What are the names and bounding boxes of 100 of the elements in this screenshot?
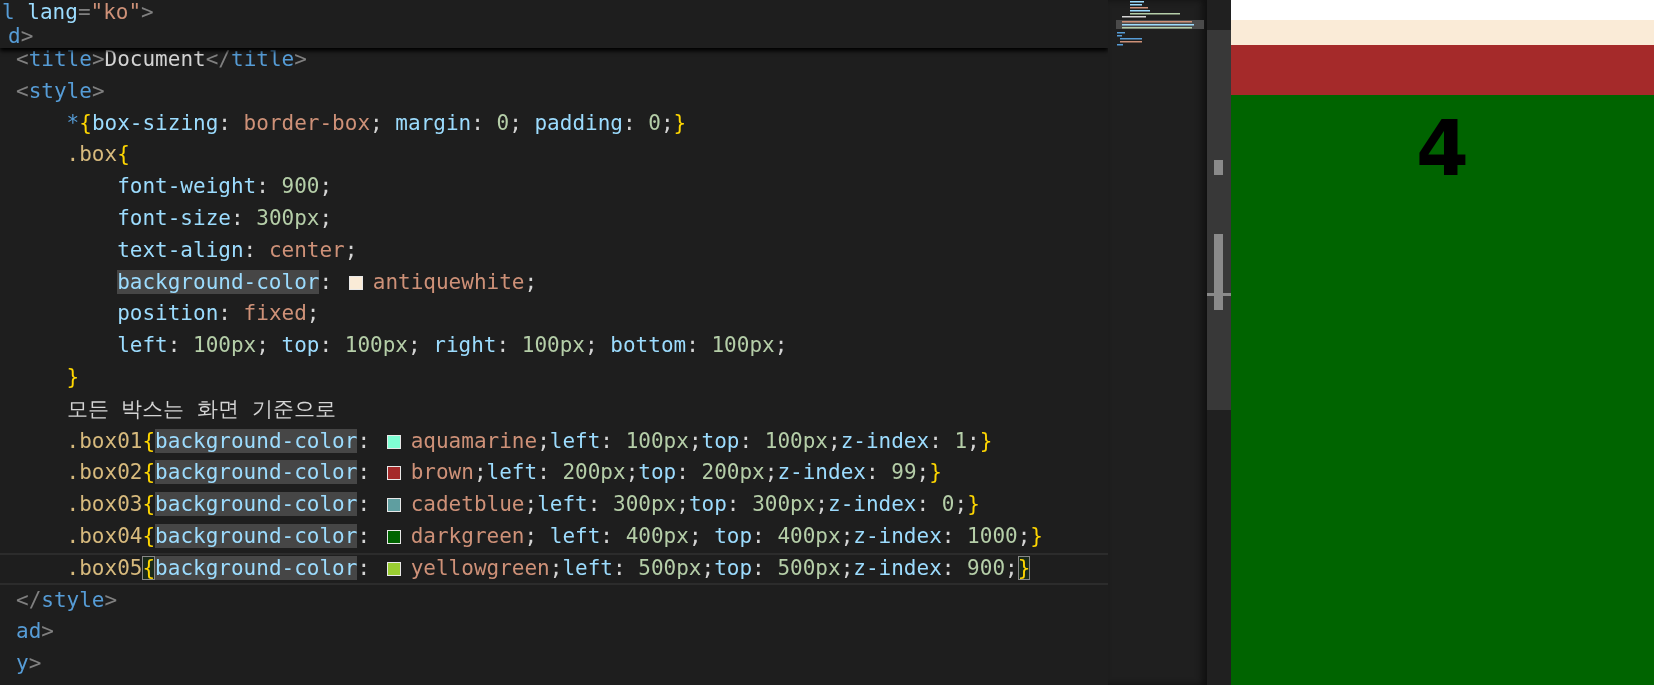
code-token: > bbox=[28, 651, 42, 676]
code-token: </ bbox=[16, 587, 42, 612]
code-token: : bbox=[622, 110, 637, 135]
code-token: antiquewhite bbox=[372, 269, 525, 294]
code-token: 모든 박스는 화면 기준으로 bbox=[65, 396, 336, 421]
code-token: left bbox=[537, 492, 588, 517]
code-token: ; bbox=[625, 460, 639, 485]
code-token: ; bbox=[473, 460, 487, 485]
code-token: ; bbox=[828, 428, 841, 453]
code-token: ; bbox=[306, 301, 320, 326]
code-token: ; bbox=[344, 237, 358, 262]
color-swatch[interactable] bbox=[386, 529, 401, 544]
code-token: > bbox=[20, 24, 34, 48]
code-token: ; bbox=[509, 110, 523, 135]
code-token: text-align bbox=[116, 237, 244, 262]
code-token: { bbox=[142, 555, 156, 580]
code-token: padding bbox=[534, 110, 623, 135]
code-token: .box04 bbox=[65, 523, 143, 548]
code-token: top bbox=[281, 333, 320, 358]
code-token: 300px bbox=[256, 206, 320, 230]
code-token: : bbox=[357, 460, 372, 485]
code-token: position bbox=[116, 301, 219, 326]
code-token: darkgreen bbox=[410, 523, 525, 548]
code-token: yellowgreen bbox=[410, 555, 550, 580]
code-token: </ bbox=[205, 47, 231, 71]
code-token: ; bbox=[1005, 555, 1018, 580]
code-token: 200px bbox=[562, 460, 626, 485]
code-token: : bbox=[865, 460, 880, 485]
code-token: : bbox=[243, 237, 258, 262]
code-token: : bbox=[357, 428, 372, 453]
code-token: .box01 bbox=[65, 428, 143, 453]
code-token: : bbox=[167, 333, 182, 358]
code-token: 200px bbox=[701, 460, 765, 485]
code-token: { bbox=[142, 460, 156, 485]
code-token: : bbox=[537, 460, 551, 485]
code-token: 100px bbox=[764, 428, 828, 453]
code-token: font-size bbox=[116, 206, 231, 230]
code-token: z-index bbox=[828, 492, 917, 517]
code-token: : bbox=[319, 333, 334, 358]
color-swatch[interactable] bbox=[386, 434, 401, 449]
code-token: { bbox=[142, 428, 156, 453]
code-token: } bbox=[929, 460, 942, 485]
code-token: ; bbox=[408, 333, 422, 358]
code-token: 100px bbox=[344, 333, 408, 358]
code-token: ; bbox=[688, 523, 703, 548]
color-swatch[interactable] bbox=[386, 498, 401, 513]
code-token: : bbox=[600, 428, 614, 453]
code-token: } bbox=[673, 110, 687, 135]
code-token: 400px bbox=[777, 523, 841, 548]
code-token: : bbox=[941, 555, 956, 580]
code-token: .box bbox=[65, 142, 118, 167]
code-token: bottom bbox=[610, 333, 687, 358]
code-token: left bbox=[549, 428, 601, 453]
code-token: style bbox=[28, 78, 92, 103]
code-token: ; bbox=[524, 269, 538, 294]
code-token: { bbox=[142, 492, 156, 517]
code-token: : bbox=[357, 523, 372, 548]
code-token: 100px bbox=[625, 428, 689, 453]
code-token: "ko" bbox=[90, 0, 142, 24]
code-token: aquamarine bbox=[410, 428, 538, 453]
code-token: : bbox=[686, 333, 700, 358]
code-token: background-color bbox=[117, 269, 320, 294]
code-token: title bbox=[231, 47, 295, 71]
box-number: 4 bbox=[1416, 111, 1469, 187]
code-token: : bbox=[613, 555, 627, 580]
code-token: background-color bbox=[155, 460, 358, 485]
code-token: margin bbox=[395, 110, 472, 135]
code-token: box-sizing bbox=[91, 110, 219, 135]
code-token: : bbox=[752, 555, 766, 580]
code-token: } bbox=[1030, 523, 1043, 548]
code-token: } bbox=[65, 364, 80, 389]
code-token: ; bbox=[319, 206, 333, 230]
code-token: top bbox=[714, 523, 753, 548]
code-token: : bbox=[929, 428, 943, 453]
code-token: > bbox=[141, 0, 154, 24]
code-token: .box05 bbox=[65, 555, 143, 580]
code-token: 500px bbox=[638, 555, 702, 580]
code-token: 0 bbox=[496, 110, 510, 135]
code-token: style bbox=[41, 587, 105, 612]
code-token: title bbox=[28, 47, 92, 71]
code-token: 300px bbox=[752, 492, 816, 517]
code-token: = bbox=[77, 0, 91, 24]
code-token: 0 bbox=[941, 492, 955, 517]
code-token: right bbox=[433, 333, 497, 358]
color-swatch[interactable] bbox=[386, 561, 401, 576]
code-token: d bbox=[8, 24, 21, 48]
code-token: ; bbox=[549, 555, 563, 580]
code-token: ; bbox=[840, 523, 854, 548]
code-token: left bbox=[486, 460, 538, 485]
code-token: ; bbox=[319, 174, 333, 199]
color-swatch[interactable] bbox=[348, 275, 363, 290]
code-token: < bbox=[16, 78, 29, 103]
code-token: z-index bbox=[840, 428, 930, 453]
color-swatch[interactable] bbox=[386, 466, 401, 481]
code-token: brown bbox=[410, 460, 474, 485]
code-token: ; bbox=[524, 492, 538, 517]
code-token: * bbox=[65, 110, 80, 135]
code-token: 0 bbox=[648, 110, 661, 135]
code-token: top bbox=[688, 492, 727, 517]
code-token: ; bbox=[537, 428, 550, 453]
